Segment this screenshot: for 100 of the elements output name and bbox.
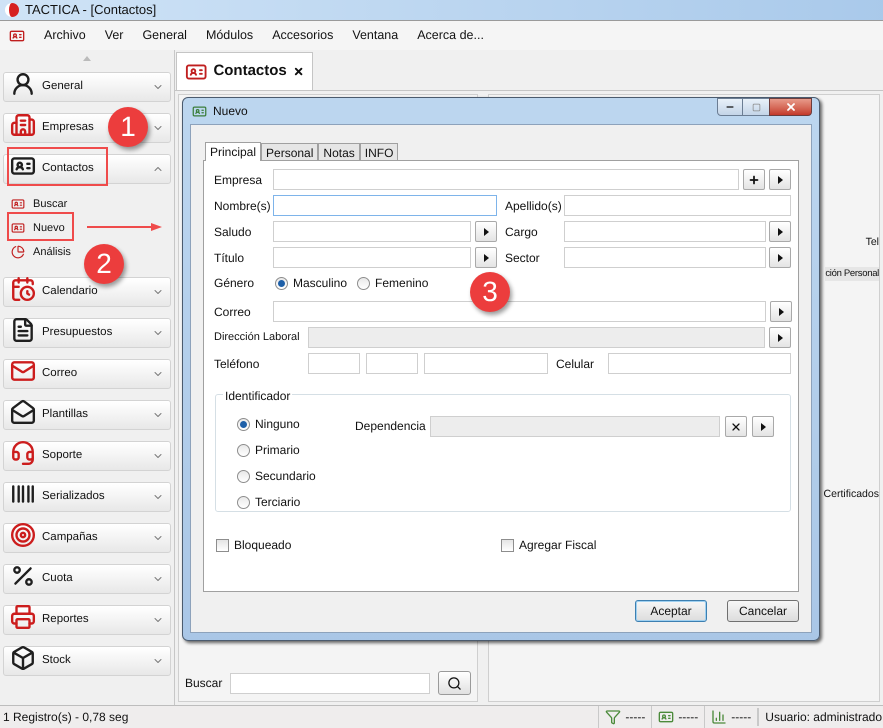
add-button[interactable] <box>743 169 765 190</box>
text-field[interactable] <box>564 247 766 268</box>
text-field[interactable] <box>564 221 766 242</box>
sidebar-section[interactable]: Presupuestos <box>3 318 171 348</box>
field-label: Cargo <box>505 224 539 240</box>
dropdown-button[interactable] <box>769 247 791 268</box>
play-icon <box>778 334 782 342</box>
menu-item[interactable]: Módulos <box>206 26 254 45</box>
text-field[interactable] <box>366 353 418 374</box>
id-card-icon <box>658 709 674 725</box>
close-icon[interactable] <box>292 65 304 78</box>
field-label: Certificados <box>824 487 879 502</box>
dropdown-button[interactable] <box>752 416 774 437</box>
radio-label: Primario <box>255 442 300 459</box>
text-field[interactable] <box>273 221 471 242</box>
text-field[interactable] <box>273 195 497 216</box>
play-icon <box>760 422 766 430</box>
maximize-button[interactable] <box>743 98 769 116</box>
id-card-icon <box>9 28 25 44</box>
search-field[interactable] <box>230 672 430 694</box>
menu-item[interactable]: Accesorios <box>272 26 334 45</box>
target-icon <box>10 522 36 548</box>
dropdown-button[interactable] <box>769 221 791 242</box>
sidebar-item[interactable]: Buscar <box>11 192 171 216</box>
dropdown-button[interactable] <box>475 221 497 242</box>
counter-value: ----- <box>625 709 646 726</box>
dialog-tab[interactable]: INFO <box>360 143 398 160</box>
menu-item[interactable]: Archivo <box>44 26 86 45</box>
play-icon <box>778 176 782 184</box>
text-field[interactable] <box>564 195 791 216</box>
minimize-button[interactable] <box>717 98 743 116</box>
building-icon <box>10 112 36 138</box>
play-icon <box>778 254 782 262</box>
text-field[interactable] <box>273 247 471 268</box>
sidebar-section[interactable]: Calendario <box>3 277 171 307</box>
field-label: Apellido(s) <box>505 198 563 214</box>
sidebar-section[interactable]: Stock <box>3 646 171 676</box>
bar-chart-icon <box>711 709 728 725</box>
dialog-tab[interactable]: Personal <box>261 143 318 160</box>
menu-item[interactable]: Ver <box>104 26 124 45</box>
user-label: Usuario: administrado <box>757 708 883 726</box>
close-button[interactable] <box>769 98 812 116</box>
dialog-tab[interactable]: Principal <box>205 142 262 161</box>
checkbox[interactable] <box>501 538 514 552</box>
text-field[interactable] <box>273 169 739 190</box>
sidebar-section[interactable]: Reportes <box>3 605 171 635</box>
dialog-button[interactable]: Cancelar <box>727 600 799 622</box>
play-icon <box>778 228 782 236</box>
dropdown-button[interactable] <box>769 327 791 348</box>
radio-button[interactable] <box>237 444 250 456</box>
calendar-icon <box>10 276 36 302</box>
radio-button[interactable] <box>357 276 370 290</box>
sidebar-section[interactable]: General <box>3 72 171 102</box>
sidebar-section[interactable]: Campañas <box>3 523 171 553</box>
text-field[interactable] <box>424 353 548 374</box>
radio-label: Secundario <box>255 468 316 485</box>
plus-icon <box>748 174 760 186</box>
sidebar-section[interactable]: Correo <box>3 359 171 389</box>
sidebar-section[interactable]: Soporte <box>3 441 171 471</box>
dropdown-button[interactable] <box>475 247 497 268</box>
checkbox[interactable] <box>216 538 229 552</box>
field-label: Tel <box>866 235 879 250</box>
text-field[interactable] <box>608 353 791 374</box>
text-field[interactable] <box>273 301 766 322</box>
dialog-button[interactable]: Aceptar <box>635 600 707 622</box>
menu-item[interactable]: Ventana <box>352 26 398 45</box>
open-envelope-icon <box>10 399 36 425</box>
close-icon <box>784 101 796 113</box>
document-tab[interactable]: Contactos <box>176 52 313 90</box>
clear-button[interactable] <box>725 416 747 437</box>
document-icon <box>10 317 36 343</box>
checkbox-label: Bloqueado <box>234 537 292 554</box>
field-label: Dependencia <box>355 418 425 435</box>
menu-item[interactable]: Acerca de... <box>417 26 484 45</box>
radio-label: Femenino <box>375 275 428 292</box>
search-button[interactable] <box>438 671 471 695</box>
search-icon <box>447 676 462 690</box>
sidebar-item[interactable]: Nuevo <box>11 216 171 240</box>
percent-icon <box>10 563 36 589</box>
dialog-tab[interactable]: Notas <box>318 143 360 160</box>
sidebar-section[interactable]: Serializados <box>3 482 171 512</box>
radio-label: Masculino <box>293 275 348 292</box>
radio-button[interactable] <box>237 418 250 430</box>
id-card-icon <box>11 197 25 211</box>
contact-card-icon <box>192 104 207 118</box>
headset-icon <box>10 440 36 466</box>
scroll-up-icon[interactable] <box>83 56 91 60</box>
checkbox-label: Agregar Fiscal <box>519 537 596 554</box>
text-field[interactable] <box>308 353 360 374</box>
radio-button[interactable] <box>237 496 250 508</box>
sidebar-section[interactable]: Cuota <box>3 564 171 594</box>
dropdown-button[interactable] <box>770 301 792 322</box>
search-label: Buscar <box>185 675 222 692</box>
menu-item[interactable]: General <box>142 26 187 45</box>
dropdown-button[interactable] <box>769 169 791 190</box>
radio-button[interactable] <box>237 470 250 482</box>
sidebar-section[interactable]: Plantillas <box>3 400 171 430</box>
radio-button[interactable] <box>275 276 288 290</box>
sidebar-section[interactable]: Contactos <box>3 154 171 184</box>
app-logo-icon <box>5 3 19 17</box>
